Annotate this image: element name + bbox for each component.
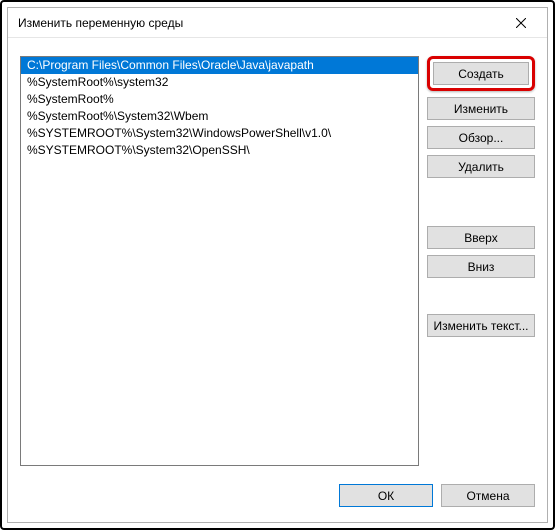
titlebar: Изменить переменную среды — [8, 8, 547, 38]
close-button[interactable] — [501, 10, 541, 36]
window-title: Изменить переменную среды — [18, 16, 183, 30]
move-up-button[interactable]: Вверх — [427, 226, 535, 249]
spacer — [427, 184, 535, 220]
delete-button[interactable]: Удалить — [427, 155, 535, 178]
ok-button[interactable]: ОК — [339, 484, 433, 507]
browse-button[interactable]: Обзор... — [427, 126, 535, 149]
list-item[interactable]: %SYSTEMROOT%\System32\WindowsPowerShell\… — [21, 125, 418, 142]
bottom-button-row: ОК Отмена — [20, 484, 535, 507]
side-button-column: Создать Изменить Обзор... Удалить Вверх … — [427, 56, 535, 466]
path-list[interactable]: C:\Program Files\Common Files\Oracle\Jav… — [20, 56, 419, 466]
move-down-button[interactable]: Вниз — [427, 255, 535, 278]
cancel-button[interactable]: Отмена — [441, 484, 535, 507]
spacer — [427, 284, 535, 308]
screenshot-frame: Изменить переменную среды C:\Program Fil… — [0, 0, 555, 530]
list-item[interactable]: %SystemRoot%\System32\Wbem — [21, 108, 418, 125]
highlight-annotation: Создать — [427, 56, 535, 91]
list-item[interactable]: %SystemRoot%\system32 — [21, 74, 418, 91]
dialog-content: C:\Program Files\Common Files\Oracle\Jav… — [8, 38, 547, 522]
close-icon — [516, 18, 526, 28]
create-button[interactable]: Создать — [433, 62, 529, 85]
edit-button[interactable]: Изменить — [427, 97, 535, 120]
list-item[interactable]: %SystemRoot% — [21, 91, 418, 108]
list-item[interactable]: %SYSTEMROOT%\System32\OpenSSH\ — [21, 142, 418, 159]
list-item[interactable]: C:\Program Files\Common Files\Oracle\Jav… — [21, 57, 418, 74]
edit-text-button[interactable]: Изменить текст... — [427, 314, 535, 337]
dialog-window: Изменить переменную среды C:\Program Fil… — [7, 7, 548, 523]
